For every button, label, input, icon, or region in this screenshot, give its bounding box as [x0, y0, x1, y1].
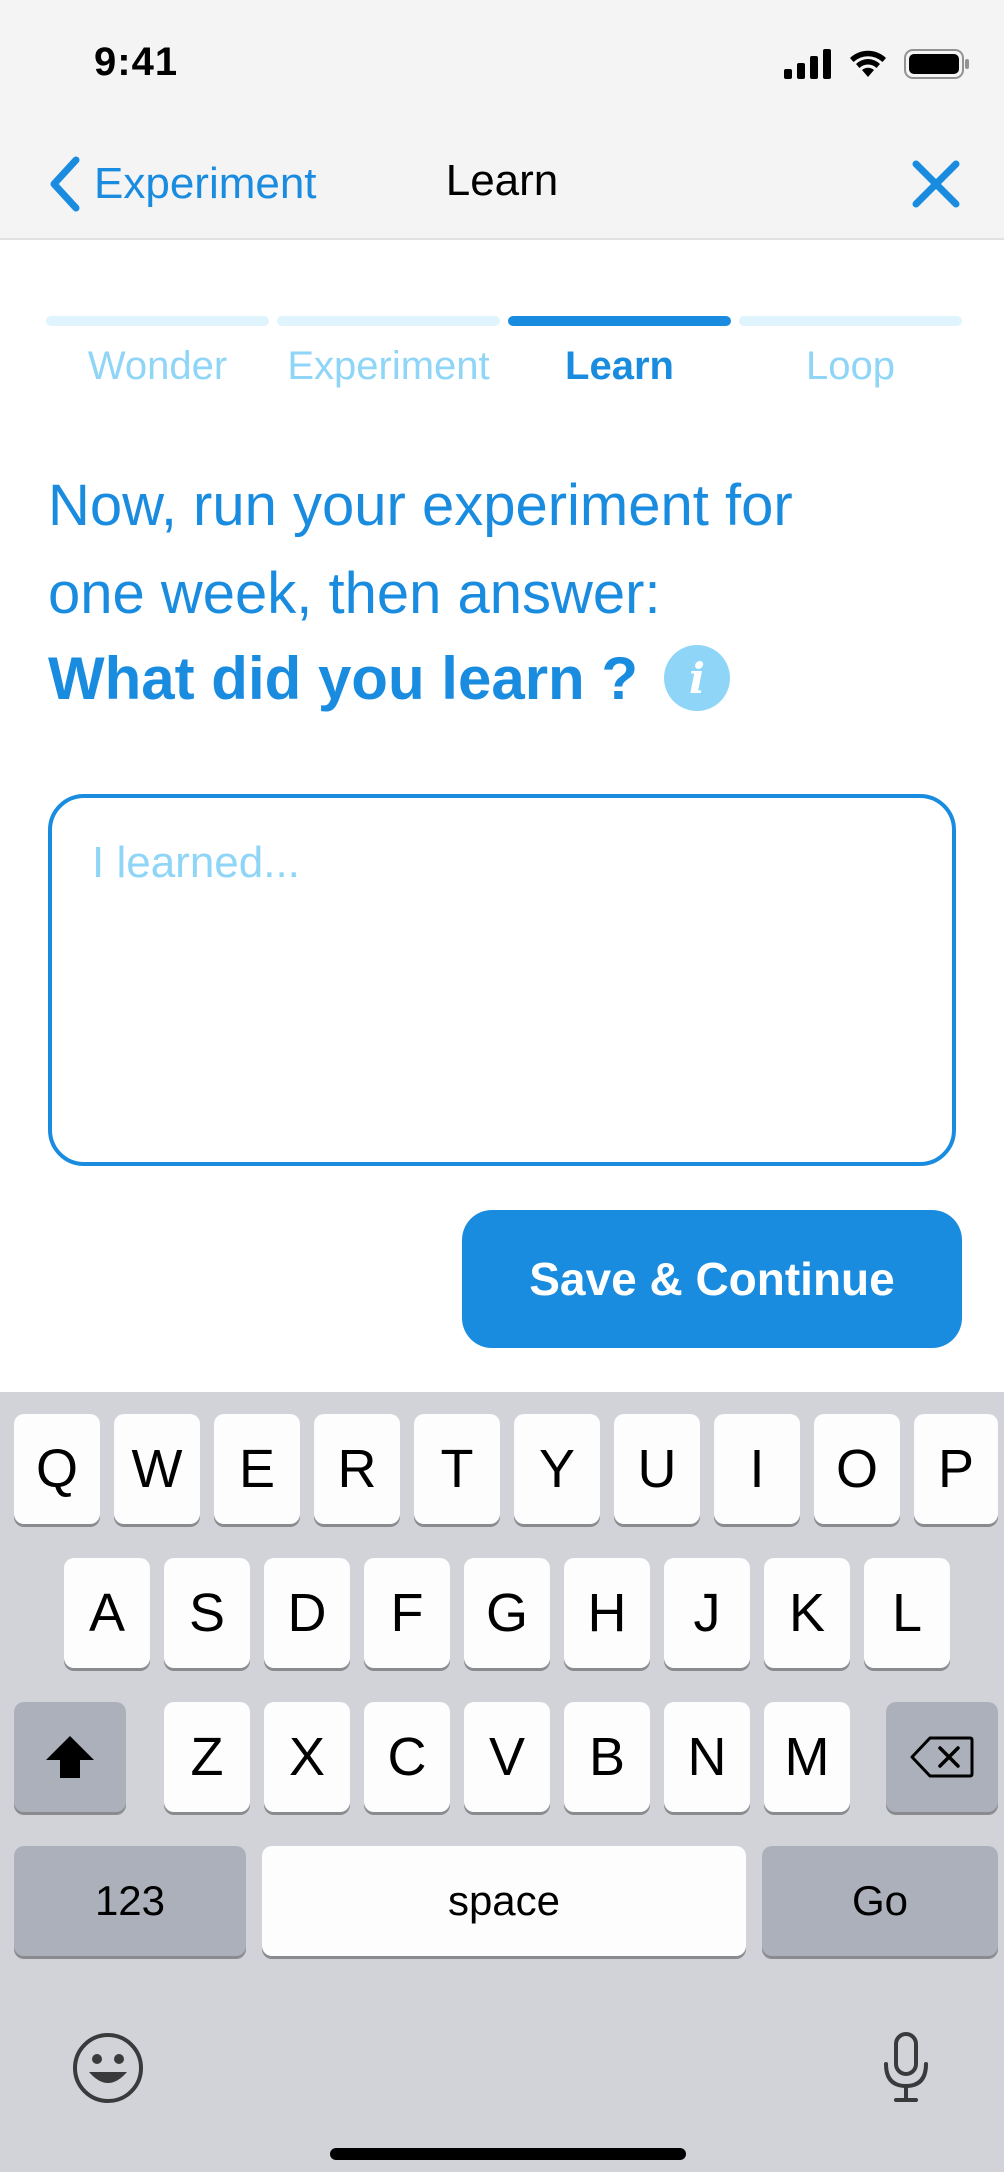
- question-heading: What did you learn ?: [48, 644, 639, 712]
- navigation-bar: Experiment Learn: [0, 130, 1004, 240]
- question-row: What did you learn ? i: [48, 638, 731, 718]
- battery-icon: [904, 49, 969, 79]
- step-bar: [277, 316, 500, 326]
- learn-screen: 9:41 Experiment Learn Wonder Experiment …: [0, 0, 1004, 2172]
- instruction-text: Now, run your experiment for one week, t…: [48, 462, 958, 638]
- step-bar: [508, 316, 731, 326]
- instruction-line-1: Now, run your experiment for: [48, 473, 793, 538]
- instruction-line-2: one week, then answer:: [48, 561, 661, 626]
- key-k[interactable]: K: [764, 1558, 850, 1668]
- key-t[interactable]: T: [414, 1414, 500, 1524]
- step-wonder[interactable]: Wonder: [46, 316, 269, 396]
- key-n[interactable]: N: [664, 1702, 750, 1812]
- key-j[interactable]: J: [664, 1558, 750, 1668]
- key-d[interactable]: D: [264, 1558, 350, 1668]
- step-label: Wonder: [87, 344, 228, 388]
- answer-input[interactable]: [92, 838, 912, 1128]
- key-s[interactable]: S: [164, 1558, 250, 1668]
- emoji-key[interactable]: [72, 2032, 144, 2109]
- step-label: Learn: [565, 344, 674, 388]
- key-x[interactable]: X: [264, 1702, 350, 1812]
- status-time: 9:41: [94, 40, 179, 84]
- numbers-key[interactable]: 123: [14, 1846, 246, 1956]
- go-key[interactable]: Go: [762, 1846, 998, 1956]
- status-bar: 9:41: [0, 0, 1004, 130]
- signal-icon: [784, 49, 831, 79]
- backspace-key[interactable]: [886, 1702, 998, 1812]
- key-l[interactable]: L: [864, 1558, 950, 1668]
- key-h[interactable]: H: [564, 1558, 650, 1668]
- key-i[interactable]: I: [714, 1414, 800, 1524]
- on-screen-keyboard: Q W E R T Y U I O P A S D F G H J K L Z …: [0, 1392, 1004, 2172]
- key-m[interactable]: M: [764, 1702, 850, 1812]
- key-e[interactable]: E: [214, 1414, 300, 1524]
- key-q[interactable]: Q: [14, 1414, 100, 1524]
- home-indicator: [330, 2148, 686, 2160]
- wifi-icon: [850, 50, 886, 77]
- shift-arrow-icon: [46, 1736, 94, 1778]
- answer-field: [48, 794, 956, 1166]
- shift-key[interactable]: [14, 1702, 126, 1812]
- step-bar: [739, 316, 962, 326]
- key-v[interactable]: V: [464, 1702, 550, 1812]
- key-y[interactable]: Y: [514, 1414, 600, 1524]
- key-b[interactable]: B: [564, 1702, 650, 1812]
- step-experiment[interactable]: Experiment: [277, 316, 500, 396]
- step-loop[interactable]: Loop: [739, 316, 962, 396]
- key-r[interactable]: R: [314, 1414, 400, 1524]
- key-a[interactable]: A: [64, 1558, 150, 1668]
- nav-title: Learn: [445, 156, 559, 205]
- key-w[interactable]: W: [114, 1414, 200, 1524]
- emoji-icon: [73, 2033, 143, 2103]
- close-icon: [912, 160, 960, 208]
- save-continue-button[interactable]: Save & Continue: [462, 1210, 962, 1348]
- step-label: Loop: [806, 344, 895, 388]
- backspace-icon: [910, 1736, 974, 1778]
- key-u[interactable]: U: [614, 1414, 700, 1524]
- key-o[interactable]: O: [814, 1414, 900, 1524]
- step-bar: [46, 316, 269, 326]
- info-icon[interactable]: i: [664, 645, 731, 711]
- dictation-key[interactable]: [880, 2032, 932, 2109]
- status-icons: [784, 46, 970, 82]
- key-g[interactable]: G: [464, 1558, 550, 1668]
- key-f[interactable]: F: [364, 1558, 450, 1668]
- space-key[interactable]: space: [262, 1846, 746, 1956]
- step-progress: Wonder Experiment Learn Loop: [46, 316, 962, 396]
- step-learn[interactable]: Learn: [508, 316, 731, 396]
- step-label: Experiment: [287, 344, 490, 388]
- close-button[interactable]: [908, 156, 964, 212]
- key-z[interactable]: Z: [164, 1702, 250, 1812]
- microphone-icon: [884, 2032, 928, 2102]
- key-c[interactable]: C: [364, 1702, 450, 1812]
- key-p[interactable]: P: [914, 1414, 998, 1524]
